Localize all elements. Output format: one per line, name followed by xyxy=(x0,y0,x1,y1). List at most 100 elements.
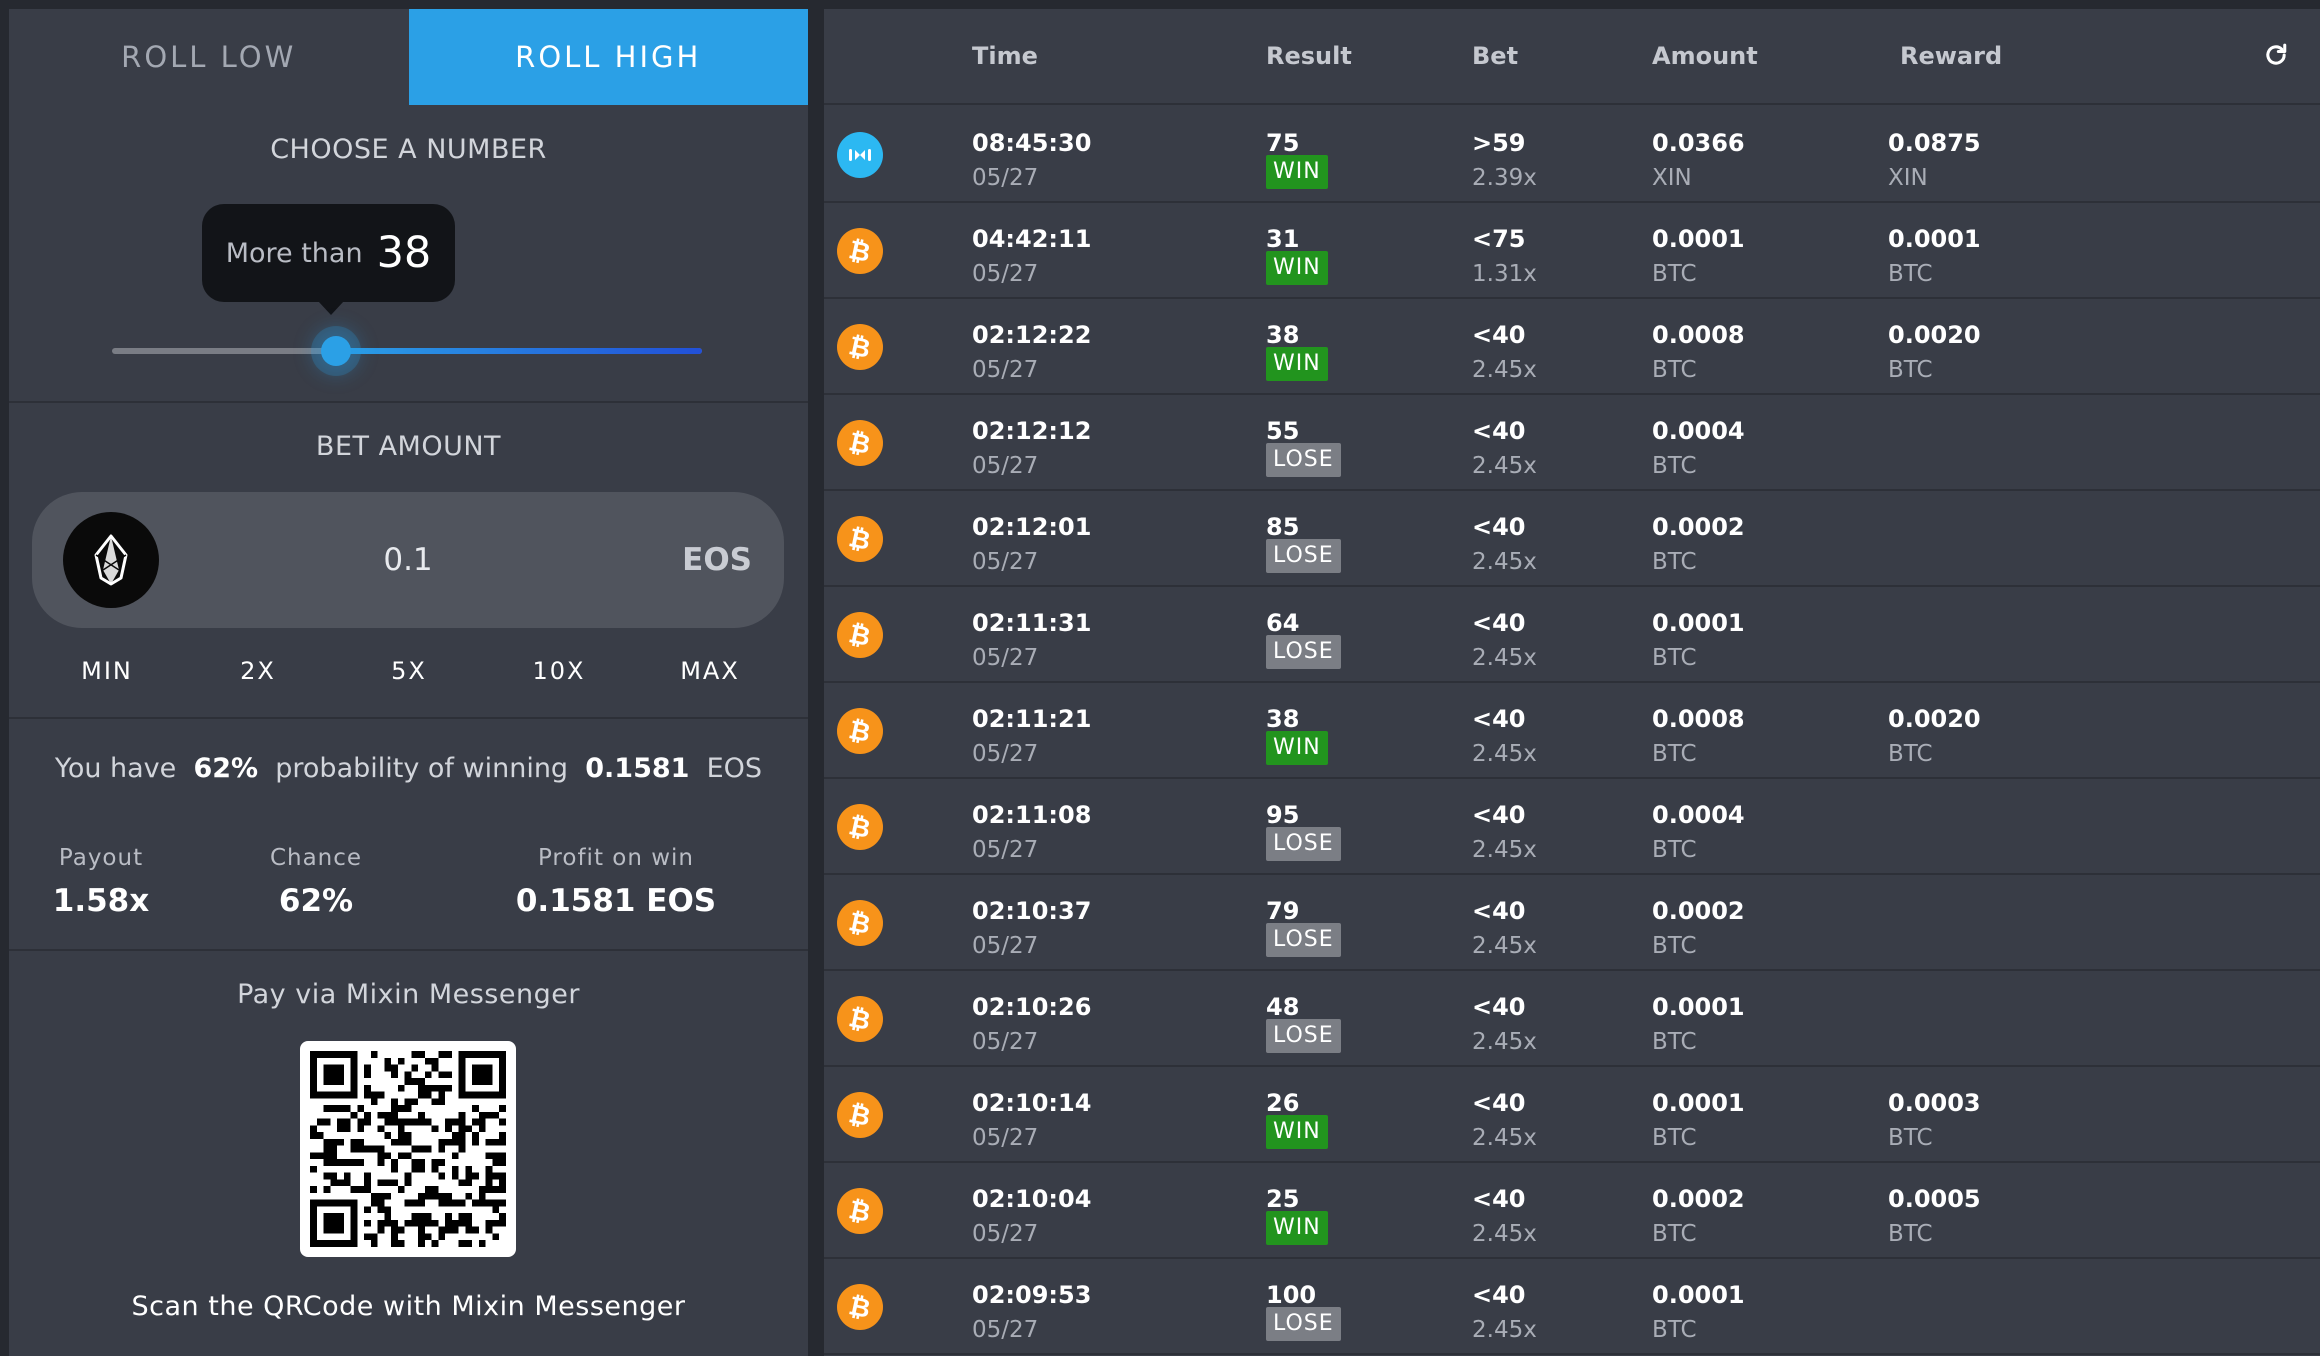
row-multiplier: 2.45x xyxy=(1472,645,1537,671)
table-row[interactable]: ₿ 02:10:26 05/27 48 LOSE <40 2.45x 0.0001 BTC xyxy=(824,971,2320,1067)
row-amount-currency: BTC xyxy=(1652,1029,1697,1055)
roll-tabs: ROLL LOW ROLL HIGH xyxy=(9,9,808,105)
multiplier-max-button[interactable]: MAX xyxy=(635,657,785,685)
multiplier-2x-button[interactable]: 2X xyxy=(183,657,333,685)
chance-label: Chance xyxy=(269,845,363,871)
header-amount: Amount xyxy=(1652,42,1758,70)
profit-value: 0.1581 EOS xyxy=(515,883,717,919)
xin-icon xyxy=(837,132,883,178)
row-time: 08:45:30 xyxy=(972,129,1092,157)
row-amount-currency: BTC xyxy=(1652,549,1697,575)
table-row[interactable]: 08:45:30 05/27 75 WIN >59 2.39x 0.0366 XIN 0.087… xyxy=(824,107,2320,203)
row-bet: <40 xyxy=(1472,513,1526,541)
row-result: 75 xyxy=(1266,129,1300,157)
row-amount-currency: BTC xyxy=(1652,1317,1697,1343)
probability-currency: EOS xyxy=(706,753,763,784)
bet-amount-input[interactable]: 0.1 EOS xyxy=(32,492,784,628)
row-multiplier: 2.45x xyxy=(1472,1221,1537,1247)
row-reward-currency: BTC xyxy=(1888,1125,1933,1151)
payout-value: 1.58x xyxy=(52,883,150,919)
row-reward: 0.0020 xyxy=(1888,705,1981,733)
outcome-badge: LOSE xyxy=(1266,1307,1341,1341)
row-time: 02:09:53 xyxy=(972,1281,1092,1309)
bitcoin-icon: ₿ xyxy=(837,228,883,274)
row-amount-currency: BTC xyxy=(1652,1221,1697,1247)
row-time: 02:12:22 xyxy=(972,321,1092,349)
header-bet: Bet xyxy=(1472,42,1519,70)
choose-number-heading: CHOOSE A NUMBER xyxy=(270,134,547,165)
row-multiplier: 2.45x xyxy=(1472,1029,1537,1055)
probability-percent: 62% xyxy=(193,753,259,784)
bet-amount-heading: BET AMOUNT xyxy=(315,431,502,462)
bet-currency: EOS xyxy=(682,542,752,578)
row-reward-currency: XIN xyxy=(1888,165,1928,191)
multiplier-5x-button[interactable]: 5X xyxy=(334,657,484,685)
table-row[interactable]: ₿ 02:12:22 05/27 38 WIN <40 2.45x 0.0008 BTC 0.00… xyxy=(824,299,2320,395)
row-reward: 0.0003 xyxy=(1888,1089,1981,1117)
row-amount: 0.0001 xyxy=(1652,225,1745,253)
row-multiplier: 2.45x xyxy=(1472,837,1537,863)
row-result: 85 xyxy=(1266,513,1300,541)
header-result: Result xyxy=(1266,42,1352,70)
bitcoin-icon: ₿ xyxy=(837,612,883,658)
row-time: 02:10:37 xyxy=(972,897,1092,925)
row-bet: <40 xyxy=(1472,993,1526,1021)
row-result: 25 xyxy=(1266,1185,1300,1213)
divider xyxy=(9,401,808,403)
row-bet: <40 xyxy=(1472,417,1526,445)
number-slider[interactable] xyxy=(112,336,702,366)
slider-tooltip: More than 38 xyxy=(202,204,455,315)
multiplier-min-button[interactable]: MIN xyxy=(32,657,182,685)
row-multiplier: 2.45x xyxy=(1472,453,1537,479)
outcome-badge: WIN xyxy=(1266,731,1328,765)
row-multiplier: 2.45x xyxy=(1472,1317,1537,1343)
row-result: 55 xyxy=(1266,417,1300,445)
row-amount: 0.0001 xyxy=(1652,1281,1745,1309)
tooltip-label: More than xyxy=(225,237,363,269)
row-amount: 0.0008 xyxy=(1652,705,1745,733)
row-reward: 0.0875 xyxy=(1888,129,1981,157)
tab-roll-low[interactable]: ROLL LOW xyxy=(9,9,409,105)
table-row[interactable]: ₿ 02:09:53 05/27 100 LOSE <40 2.45x 0.0001 BTC xyxy=(824,1259,2320,1355)
row-bet: <40 xyxy=(1472,801,1526,829)
table-row[interactable]: ₿ 02:11:21 05/27 38 WIN <40 2.45x 0.0008 BTC 0.00… xyxy=(824,683,2320,779)
header-reward: Reward xyxy=(1900,42,2003,70)
table-row[interactable]: ₿ 02:11:31 05/27 64 LOSE <40 2.45x 0.0001 BTC xyxy=(824,587,2320,683)
probability-prefix: You have xyxy=(54,753,177,784)
tab-roll-high[interactable]: ROLL HIGH xyxy=(408,9,808,105)
outcome-badge: WIN xyxy=(1266,155,1328,189)
row-amount-currency: BTC xyxy=(1652,837,1697,863)
refresh-icon[interactable] xyxy=(2262,41,2290,69)
multiplier-10x-button[interactable]: 10X xyxy=(484,657,634,685)
row-time: 02:11:08 xyxy=(972,801,1092,829)
row-time: 02:11:21 xyxy=(972,705,1092,733)
table-header: Time Result Bet Amount Reward xyxy=(824,9,2320,105)
table-row[interactable]: ₿ 02:12:01 05/27 85 LOSE <40 2.45x 0.0002 BTC xyxy=(824,491,2320,587)
row-reward-currency: BTC xyxy=(1888,741,1933,767)
row-multiplier: 2.39x xyxy=(1472,165,1537,191)
row-time: 02:10:26 xyxy=(972,993,1092,1021)
slider-thumb[interactable] xyxy=(321,336,352,366)
row-amount: 0.0002 xyxy=(1652,1185,1745,1213)
table-row[interactable]: ₿ 02:10:04 05/27 25 WIN <40 2.45x 0.0002 BTC 0.00… xyxy=(824,1163,2320,1259)
row-reward: 0.0001 xyxy=(1888,225,1981,253)
outcome-badge: LOSE xyxy=(1266,923,1341,957)
header-time: Time xyxy=(972,42,1038,70)
row-amount-currency: BTC xyxy=(1652,933,1697,959)
row-result: 79 xyxy=(1266,897,1300,925)
row-time: 02:12:01 xyxy=(972,513,1092,541)
row-reward: 0.0020 xyxy=(1888,321,1981,349)
table-row[interactable]: ₿ 02:12:12 05/27 55 LOSE <40 2.45x 0.0004 BTC xyxy=(824,395,2320,491)
bitcoin-icon: ₿ xyxy=(837,900,883,946)
divider xyxy=(9,717,808,719)
row-bet: <40 xyxy=(1472,897,1526,925)
bitcoin-icon: ₿ xyxy=(837,996,883,1042)
table-row[interactable]: ₿ 02:11:08 05/27 95 LOSE <40 2.45x 0.0004 BTC xyxy=(824,779,2320,875)
bet-amount-value[interactable]: 0.1 xyxy=(32,492,784,628)
table-row[interactable]: ₿ 02:10:37 05/27 79 LOSE <40 2.45x 0.0002 BTC xyxy=(824,875,2320,971)
table-row[interactable]: ₿ 04:42:11 05/27 31 WIN <75 1.31x 0.0001 BTC 0.00… xyxy=(824,203,2320,299)
table-row[interactable]: ₿ 02:10:14 05/27 26 WIN <40 2.45x 0.0001 BTC 0.00… xyxy=(824,1067,2320,1163)
row-multiplier: 2.45x xyxy=(1472,933,1537,959)
row-amount: 0.0001 xyxy=(1652,609,1745,637)
outcome-badge: WIN xyxy=(1266,1211,1328,1245)
